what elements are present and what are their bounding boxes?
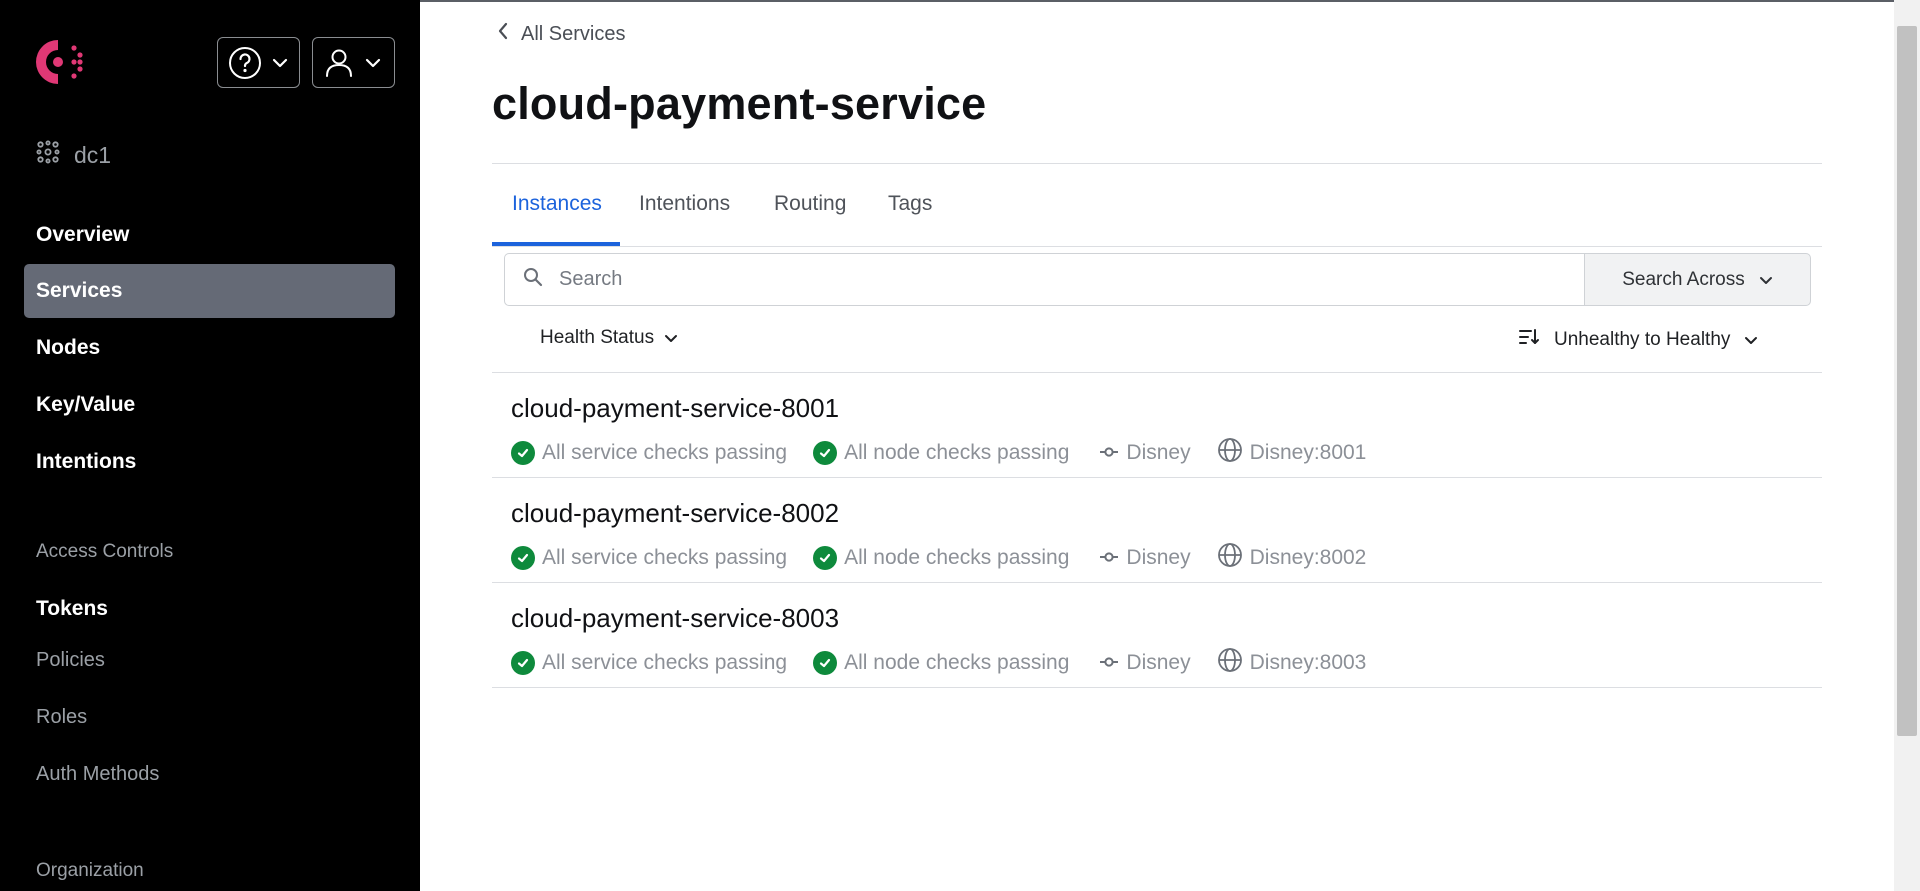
- chevron-down-icon: [365, 58, 381, 68]
- user-menu-button[interactable]: [312, 37, 395, 88]
- node-checks-label: All node checks passing: [844, 651, 1070, 674]
- node-icon: [1099, 651, 1119, 675]
- instance-meta: All service checks passing All node chec…: [511, 647, 1366, 679]
- help-menu-button[interactable]: [217, 37, 300, 88]
- back-link[interactable]: All Services: [497, 22, 625, 46]
- check-circle-icon: [813, 651, 838, 675]
- title-divider: [492, 163, 1822, 164]
- instance-name[interactable]: cloud-payment-service-8002: [511, 498, 839, 529]
- sidebar: dc1 Overview Services Nodes Key/Value In…: [0, 0, 420, 891]
- tab-intentions[interactable]: Intentions: [639, 192, 730, 216]
- check-circle-icon: [511, 546, 535, 570]
- node-name: Disney: [1126, 651, 1191, 674]
- back-link-label: All Services: [521, 22, 626, 45]
- globe-icon: [1217, 437, 1243, 469]
- address-value: Disney:8003: [1249, 651, 1367, 674]
- check-circle-icon: [813, 441, 838, 465]
- search-across-dropdown[interactable]: Search Across: [1584, 253, 1811, 306]
- sort-icon: [1518, 327, 1540, 353]
- node-icon: [1099, 441, 1119, 465]
- node-link[interactable]: Disney: [1099, 546, 1191, 570]
- service-checks-label: All service checks passing: [542, 546, 788, 569]
- instance-row[interactable]: cloud-payment-service-8001 All service c…: [492, 373, 1822, 478]
- node-checks-label: All node checks passing: [844, 441, 1070, 464]
- address-value: Disney:8002: [1249, 546, 1367, 569]
- instance-name[interactable]: cloud-payment-service-8003: [511, 603, 839, 634]
- sidebar-item-policies[interactable]: Policies: [36, 649, 105, 672]
- sidebar-item-nodes[interactable]: Nodes: [24, 321, 395, 375]
- instance-name[interactable]: cloud-payment-service-8001: [511, 393, 839, 424]
- sidebar-item-services[interactable]: Services: [24, 264, 395, 318]
- help-circle-icon: [228, 46, 262, 80]
- node-name: Disney: [1126, 546, 1191, 569]
- sidebar-item-intentions[interactable]: Intentions: [24, 435, 395, 489]
- service-checks-label: All service checks passing: [542, 651, 788, 674]
- consul-logo-icon[interactable]: [30, 34, 90, 90]
- service-checks-status: All service checks passing: [511, 441, 787, 465]
- search-across-label: Search Across: [1622, 268, 1745, 290]
- instance-row[interactable]: cloud-payment-service-8003 All service c…: [492, 583, 1822, 688]
- instance-meta: All service checks passing All node chec…: [511, 437, 1366, 469]
- node-checks-status: All node checks passing: [813, 651, 1069, 675]
- sort-label: Unhealthy to Healthy: [1554, 329, 1731, 350]
- address: Disney:8002: [1217, 542, 1367, 574]
- node-name: Disney: [1126, 441, 1191, 464]
- scrollbar-thumb[interactable]: [1897, 26, 1917, 736]
- chevron-down-icon: [664, 327, 678, 349]
- address: Disney:8001: [1217, 437, 1367, 469]
- instance-row[interactable]: cloud-payment-service-8002 All service c…: [492, 478, 1822, 583]
- datacenter-icon: [36, 140, 60, 170]
- node-checks-status: All node checks passing: [813, 546, 1069, 570]
- sidebar-item-tokens[interactable]: Tokens: [36, 597, 108, 621]
- service-checks-status: All service checks passing: [511, 546, 787, 570]
- node-link[interactable]: Disney: [1099, 441, 1191, 465]
- organization-heading: Organization: [36, 860, 144, 881]
- sidebar-item-roles[interactable]: Roles: [36, 706, 87, 729]
- search-icon: [523, 267, 543, 292]
- sidebar-item-key-value[interactable]: Key/Value: [24, 378, 395, 432]
- node-checks-label: All node checks passing: [844, 546, 1070, 569]
- service-checks-label: All service checks passing: [542, 441, 788, 464]
- chevron-down-icon: [272, 58, 288, 68]
- sort-dropdown[interactable]: Unhealthy to Healthy: [1518, 327, 1758, 353]
- datacenter-selector[interactable]: dc1: [36, 140, 111, 170]
- tab-tags[interactable]: Tags: [888, 192, 932, 216]
- chevron-down-icon: [1744, 329, 1758, 351]
- tab-routing[interactable]: Routing: [774, 192, 846, 216]
- node-link[interactable]: Disney: [1099, 651, 1191, 675]
- globe-icon: [1217, 542, 1243, 574]
- access-controls-heading: Access Controls: [36, 541, 174, 562]
- globe-icon: [1217, 647, 1243, 679]
- health-status-filter[interactable]: Health Status: [540, 327, 678, 349]
- service-checks-status: All service checks passing: [511, 651, 787, 675]
- datacenter-name: dc1: [74, 141, 112, 168]
- search-input[interactable]: Search: [504, 253, 1584, 306]
- search-placeholder: Search: [559, 268, 623, 290]
- page-title: cloud-payment-service: [492, 78, 987, 129]
- address: Disney:8003: [1217, 647, 1367, 679]
- sidebar-item-overview[interactable]: Overview: [24, 208, 395, 262]
- node-icon: [1099, 546, 1119, 570]
- node-checks-status: All node checks passing: [813, 441, 1069, 465]
- chevron-left-icon: [497, 22, 509, 46]
- instance-meta: All service checks passing All node chec…: [511, 542, 1366, 574]
- health-status-label: Health Status: [540, 327, 655, 348]
- address-value: Disney:8001: [1249, 441, 1367, 464]
- tab-instances[interactable]: Instances: [512, 192, 602, 216]
- user-icon: [323, 47, 355, 79]
- chevron-down-icon: [1759, 269, 1773, 291]
- check-circle-icon: [511, 651, 535, 675]
- sidebar-item-auth-methods[interactable]: Auth Methods: [36, 763, 159, 786]
- tabs-divider: [492, 246, 1822, 247]
- top-border: [420, 0, 1920, 2]
- check-circle-icon: [813, 546, 838, 570]
- check-circle-icon: [511, 441, 535, 465]
